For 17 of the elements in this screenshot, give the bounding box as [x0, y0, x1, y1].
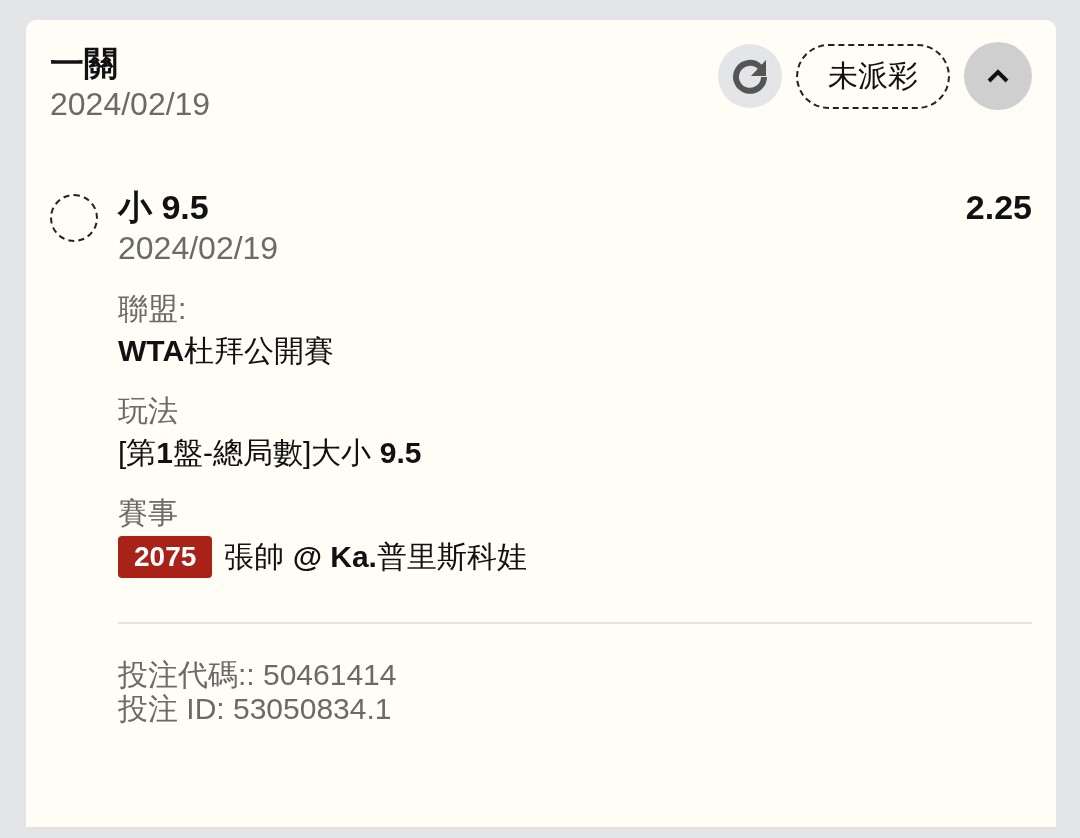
detail-label: 玩法	[118, 393, 178, 429]
selection-name: 小 9.5	[118, 187, 209, 228]
odds-value: 2.25	[965, 187, 1032, 228]
bet-date: 2024/02/19	[50, 85, 211, 124]
selection-radio[interactable]	[50, 194, 98, 242]
chevron-up-icon	[986, 68, 1010, 84]
detail-value: WTA杜拜公開賽	[118, 333, 335, 369]
detail-label: 聯盟:	[118, 291, 187, 327]
selection-date: 2024/02/19	[118, 229, 279, 268]
detail-value: 張帥 @ Ka.普里斯科娃	[224, 539, 527, 575]
event-number-badge: 2075	[118, 536, 213, 578]
status-tag: 未派彩	[796, 43, 950, 109]
detail-value: [第1盤-總局數]大小 9.5	[118, 435, 422, 471]
bet-title: 一關	[50, 43, 119, 84]
detail-label: 賽事	[118, 495, 178, 531]
bet-reference: 投注代碼:: 50461414	[118, 658, 397, 692]
bet-reference: 投注 ID: 53050834.1	[118, 692, 392, 726]
